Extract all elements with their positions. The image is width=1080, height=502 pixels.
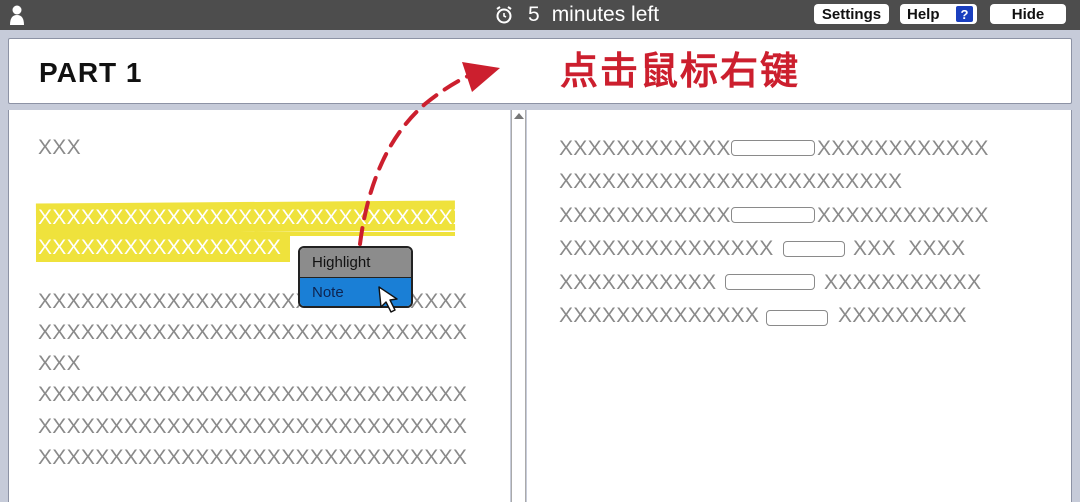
main-frame: PART 1 XXX XXXXXXXXXXXXXXXXXXXXXXXXXXXXX… — [0, 30, 1080, 502]
answer-blank[interactable] — [766, 310, 828, 326]
top-bar: 5 minutes left Settings Help ? Hide — [0, 0, 1080, 30]
passage-line: XXXXXXXXXXXXXXXXXXXXXXXXXXXXXX — [38, 446, 468, 469]
answer-blank[interactable] — [731, 140, 815, 156]
answer-blank[interactable] — [731, 207, 815, 223]
timer-label: minutes left — [551, 3, 660, 26]
question-text: XXXXXXXXXXXXXXXXXXXXXXXX — [559, 170, 903, 193]
passage-line: XXXXXXXXXXXXXXXXXXXXXXXXXXXXXX — [38, 321, 468, 344]
alarm-clock-icon[interactable] — [494, 5, 514, 25]
annotation-text: 点击鼠标右键 — [560, 49, 801, 93]
timer: 5 minutes left — [494, 2, 659, 28]
question-text: XXXXXXXXXXXX — [817, 204, 989, 227]
highlight-band — [290, 232, 455, 236]
answer-blank[interactable] — [783, 241, 845, 257]
user-icon — [10, 5, 24, 25]
question-text: XXXXXXXXXXXX — [817, 137, 989, 160]
settings-button-label: Settings — [821, 5, 882, 23]
question-text: XXXXXXXXX — [838, 304, 967, 327]
question-text: XXXXXXXXXXX — [559, 271, 717, 294]
help-button[interactable]: Help ? — [900, 4, 977, 24]
question-text: XXX XXXX — [853, 237, 966, 260]
context-menu: Highlight Note — [298, 246, 413, 308]
question-text: XXXXXXXXXXXX — [559, 137, 731, 160]
scroll-up-arrow-icon[interactable] — [514, 113, 524, 119]
help-button-label: Help — [907, 5, 940, 23]
timer-minutes: 5 — [528, 3, 540, 26]
hide-button[interactable]: Hide — [990, 4, 1066, 24]
context-menu-highlight[interactable]: Highlight — [300, 248, 411, 277]
answer-blank[interactable] — [725, 274, 815, 290]
question-text: XXXXXXXXXXX — [824, 271, 982, 294]
context-menu-highlight-label: Highlight — [312, 254, 371, 271]
question-text: XXXXXXXXXXXXXXX — [559, 237, 774, 260]
questions-pane: XXXXXXXXXXXX XXXXXXXXXXXX XXXXXXXXXXXXXX… — [527, 110, 1072, 502]
highlighted-line[interactable]: XXXXXXXXXXXXXXXXX — [38, 236, 281, 260]
hide-button-label: Hide — [1011, 5, 1045, 23]
part-header: PART 1 — [8, 38, 1072, 104]
question-text: XXXXXXXXXXXXXX — [559, 304, 760, 327]
context-menu-note[interactable]: Note — [300, 277, 411, 306]
passage-scrollbar[interactable] — [511, 110, 526, 502]
passage-line: XXXXXXXXXXXXXXXXXXXXXXXXXXXXXX — [38, 383, 468, 406]
highlighted-line[interactable]: XXXXXXXXXXXXXXXXXXXXXXXXXXXXXX — [38, 206, 467, 230]
page-title: PART 1 — [39, 57, 143, 88]
passage-line: XXX — [38, 352, 81, 375]
passage-pane[interactable]: XXX XXXXXXXXXXXXXXXXXXXXXXXXXXXXXX XXXXX… — [8, 110, 510, 502]
passage-line: XXXXXXXXXXXXXXXXXXXXXXXXXXXXXX — [38, 415, 468, 438]
settings-button[interactable]: Settings — [814, 4, 889, 24]
help-icon: ? — [956, 6, 973, 22]
passage-heading: XXX — [38, 136, 81, 159]
question-text: XXXXXXXXXXXX — [559, 204, 731, 227]
context-menu-note-label: Note — [312, 283, 344, 301]
